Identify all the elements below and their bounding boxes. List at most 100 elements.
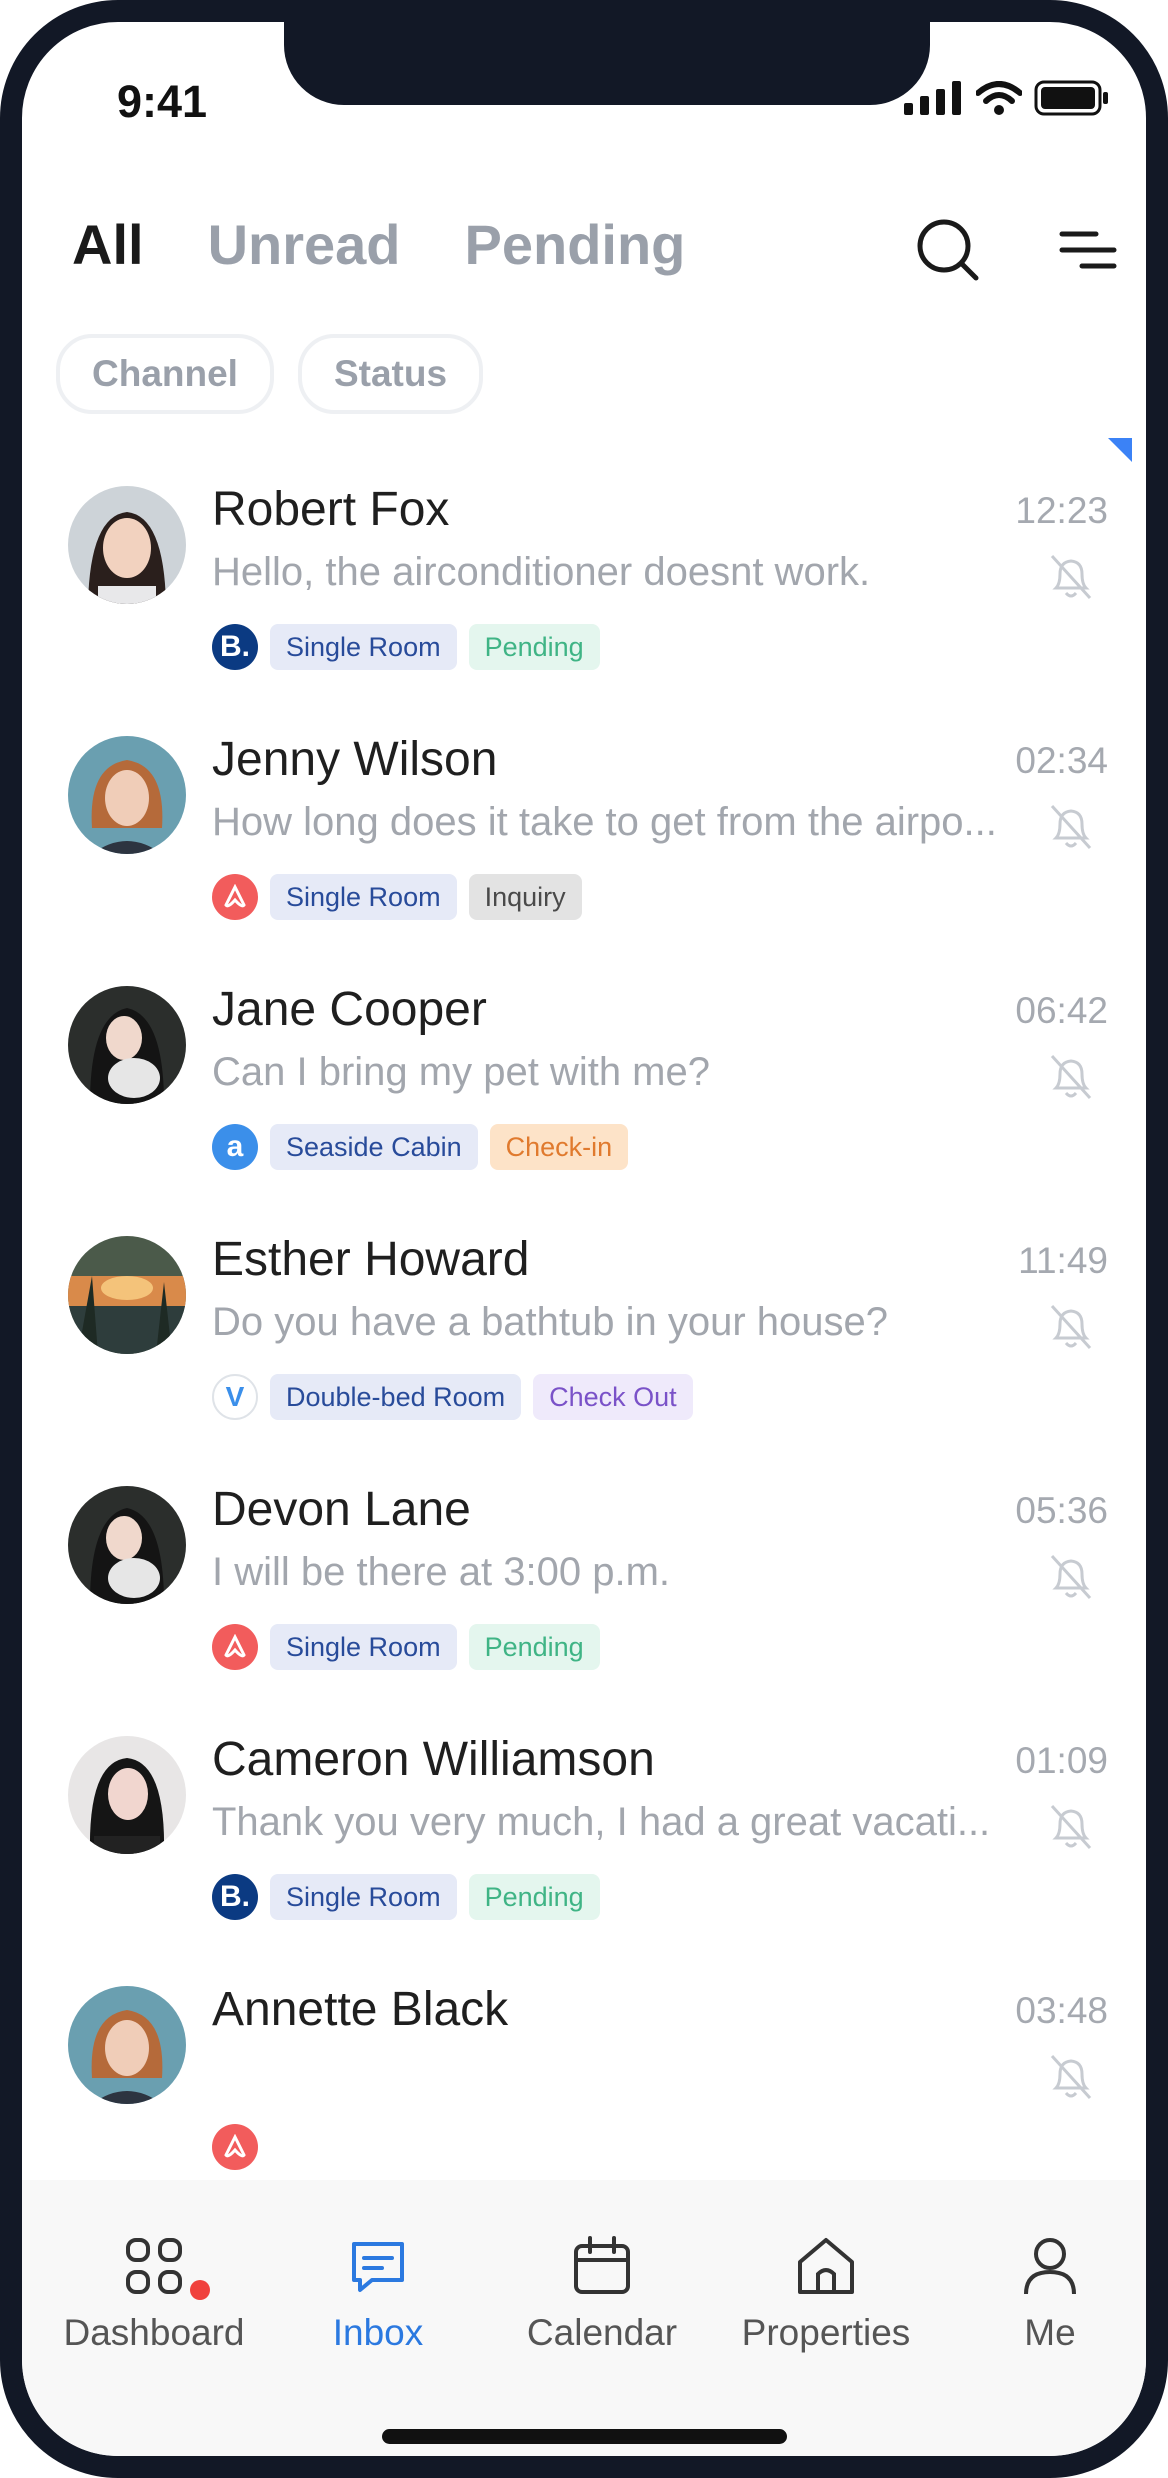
message-time: 03:48: [1015, 1990, 1108, 2031]
status-time: 9:41: [117, 76, 208, 127]
conversation-row[interactable]: Annette Black 03:48: [22, 1962, 1146, 2212]
message-preview: Do you have a bathtub in your house?: [212, 1300, 889, 1344]
booking-tags: Single Room Pending: [212, 1624, 600, 1670]
status-tag: Check Out: [533, 1374, 693, 1420]
booking-logo-icon: B.: [212, 1874, 258, 1920]
wifi-icon: [976, 81, 1022, 115]
contact-name: Robert Fox: [212, 483, 450, 536]
inbox-icon: [342, 2230, 414, 2302]
contact-name: Esther Howard: [212, 1233, 530, 1286]
tab-label: Inbox: [332, 2312, 424, 2353]
unread-marker: [1108, 438, 1132, 462]
contact-name: Cameron Williamson: [212, 1733, 655, 1786]
person-icon: [1014, 2230, 1086, 2302]
avatar: [68, 1736, 186, 1854]
message-time: 06:42: [1015, 990, 1108, 1031]
tab-calendar[interactable]: Calendar: [492, 2230, 712, 2354]
vrbo-logo-icon: V: [212, 1374, 258, 1420]
mute-bell-icon[interactable]: [1048, 1552, 1094, 1602]
tab-label: Properties: [741, 2312, 911, 2353]
room-tag: Single Room: [270, 1624, 457, 1670]
tab-me[interactable]: Me: [940, 2230, 1146, 2354]
phone-frame: 9:41 All Unread Pending Channel Status R…: [0, 0, 1168, 2478]
airbnb-logo-icon: [212, 1624, 258, 1670]
notification-badge: [190, 2280, 210, 2300]
avatar: [68, 1986, 186, 2104]
inbox-tabs: All Unread Pending: [72, 212, 685, 277]
notch: [284, 22, 930, 105]
room-tag: Double-bed Room: [270, 1374, 522, 1420]
message-preview: How long does it take to get from the ai…: [212, 800, 997, 844]
status-tag: Pending: [468, 1624, 600, 1670]
signal-icon: [904, 81, 961, 115]
message-preview: Can I bring my pet with me?: [212, 1050, 710, 1094]
message-preview: Hello, the airconditioner doesnt work.: [212, 550, 871, 594]
home-icon: [790, 2230, 862, 2302]
booking-tags: a Seaside Cabin Check-in: [212, 1124, 629, 1170]
mute-bell-icon[interactable]: [1048, 2052, 1094, 2102]
status-tag: Pending: [468, 624, 600, 670]
filter-menu-icon[interactable]: [1052, 220, 1124, 280]
tab-label: Me: [1024, 2312, 1076, 2353]
agoda-logo-icon: a: [212, 1124, 258, 1170]
tab-inbox[interactable]: Inbox: [268, 2230, 488, 2354]
filter-chips: Channel Status: [56, 334, 484, 414]
conversation-row[interactable]: Robert Fox 12:23 Hello, the aircondition…: [22, 462, 1146, 712]
mute-bell-icon[interactable]: [1048, 1052, 1094, 1102]
conversation-row[interactable]: Jenny Wilson 02:34 How long does it take…: [22, 712, 1146, 962]
room-tag: Single Room: [270, 874, 457, 920]
tab-properties[interactable]: Properties: [716, 2230, 936, 2354]
avatar: [68, 986, 186, 1104]
home-indicator: [382, 2429, 787, 2444]
message-preview: I will be there at 3:00 p.m.: [212, 1550, 671, 1594]
booking-tags: V Double-bed Room Check Out: [212, 1374, 693, 1420]
conversation-row[interactable]: Esther Howard 11:49 Do you have a bathtu…: [22, 1212, 1146, 1462]
mute-bell-icon[interactable]: [1048, 802, 1094, 852]
battery-icon: [1034, 80, 1108, 116]
booking-tags: [212, 2124, 258, 2170]
airbnb-logo-icon: [212, 874, 258, 920]
conversation-row[interactable]: Cameron Williamson 01:09 Thank you very …: [22, 1712, 1146, 1962]
room-tag: Seaside Cabin: [270, 1124, 478, 1170]
booking-tags: B. Single Room Pending: [212, 1874, 600, 1920]
tab-dashboard[interactable]: Dashboard: [44, 2230, 264, 2354]
tab-label: Dashboard: [63, 2312, 245, 2353]
tab-all[interactable]: All: [72, 212, 144, 277]
contact-name: Jenny Wilson: [212, 733, 498, 786]
mute-bell-icon[interactable]: [1048, 1302, 1094, 1352]
room-tag: Single Room: [270, 1874, 457, 1920]
status-filter-chip[interactable]: Status: [297, 334, 484, 414]
avatar: [68, 1486, 186, 1604]
contact-name: Annette Black: [212, 1983, 509, 2036]
message-time: 01:09: [1015, 1740, 1108, 1781]
message-time: 11:49: [1018, 1240, 1108, 1281]
status-tag: Pending: [468, 1874, 600, 1920]
channel-filter-chip[interactable]: Channel: [56, 334, 274, 414]
airbnb-logo-icon: [212, 2124, 258, 2170]
search-icon[interactable]: [912, 214, 984, 286]
calendar-icon: [566, 2230, 638, 2302]
mute-bell-icon[interactable]: [1048, 552, 1094, 602]
avatar: [68, 486, 186, 604]
conversation-row[interactable]: Devon Lane 05:36 I will be there at 3:00…: [22, 1462, 1146, 1712]
room-tag: Single Room: [270, 624, 457, 670]
message-time: 02:34: [1015, 740, 1108, 781]
message-preview: Thank you very much, I had a great vacat…: [212, 1800, 991, 1844]
mute-bell-icon[interactable]: [1048, 1802, 1094, 1852]
contact-name: Jane Cooper: [212, 983, 487, 1036]
message-time: 05:36: [1015, 1490, 1108, 1531]
status-icons: [904, 80, 1110, 116]
booking-tags: Single Room Inquiry: [212, 874, 582, 920]
tab-unread[interactable]: Unread: [208, 212, 401, 277]
avatar: [68, 736, 186, 854]
avatar: [68, 1236, 186, 1354]
status-tag: Inquiry: [468, 874, 582, 920]
booking-logo-icon: B.: [212, 624, 258, 670]
conversation-list: Robert Fox 12:23 Hello, the aircondition…: [22, 462, 1146, 2212]
contact-name: Devon Lane: [212, 1483, 471, 1536]
dashboard-icon: [118, 2230, 190, 2302]
status-tag: Check-in: [489, 1124, 629, 1170]
conversation-row[interactable]: Jane Cooper 06:42 Can I bring my pet wit…: [22, 962, 1146, 1212]
booking-tags: B. Single Room Pending: [212, 624, 600, 670]
tab-pending[interactable]: Pending: [465, 212, 686, 277]
